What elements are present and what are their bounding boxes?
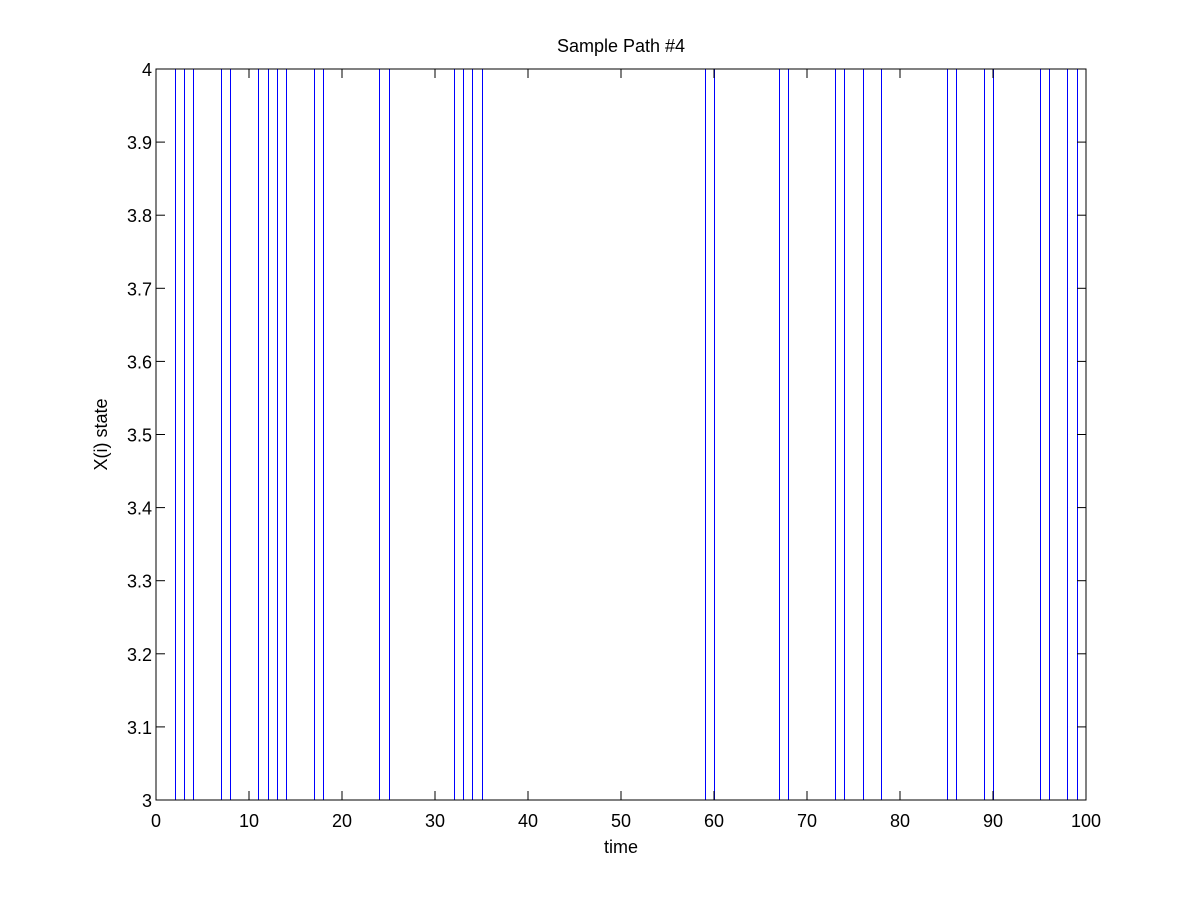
x-tick-label: 60 xyxy=(704,811,724,831)
y-tick-label: 3.4 xyxy=(127,499,152,519)
x-tick-label: 100 xyxy=(1071,811,1101,831)
y-tick-label: 3.5 xyxy=(127,426,152,446)
y-axis-title: X(i) state xyxy=(91,398,111,470)
y-tick-label: 3.8 xyxy=(127,206,152,226)
x-tick-label: 0 xyxy=(151,811,161,831)
x-tick-label: 50 xyxy=(611,811,631,831)
x-tick-label: 10 xyxy=(239,811,259,831)
y-tick-label: 3.2 xyxy=(127,645,152,665)
x-tick-label: 90 xyxy=(983,811,1003,831)
x-tick-label: 20 xyxy=(332,811,352,831)
plot-area xyxy=(156,69,1086,800)
chart-figure: 0 10 20 30 40 50 60 70 80 90 100 3 3.1 3.2 3.3 3.4 3.5 3.… xyxy=(0,0,1200,900)
x-tick-label: 40 xyxy=(518,811,538,831)
y-tick-label: 3.7 xyxy=(127,279,152,299)
y-tick-label: 3 xyxy=(142,791,152,811)
y-tick-label: 3.3 xyxy=(127,572,152,592)
x-tick-label: 70 xyxy=(797,811,817,831)
chart-title: Sample Path #4 xyxy=(557,36,685,56)
y-tick-label: 3.6 xyxy=(127,352,152,372)
y-tick-label: 3.1 xyxy=(127,718,152,738)
x-tick-label: 80 xyxy=(890,811,910,831)
x-tick-label: 30 xyxy=(425,811,445,831)
y-tick-label: 3.9 xyxy=(127,133,152,153)
y-tick-label: 4 xyxy=(142,60,152,80)
x-axis-title: time xyxy=(604,837,638,857)
